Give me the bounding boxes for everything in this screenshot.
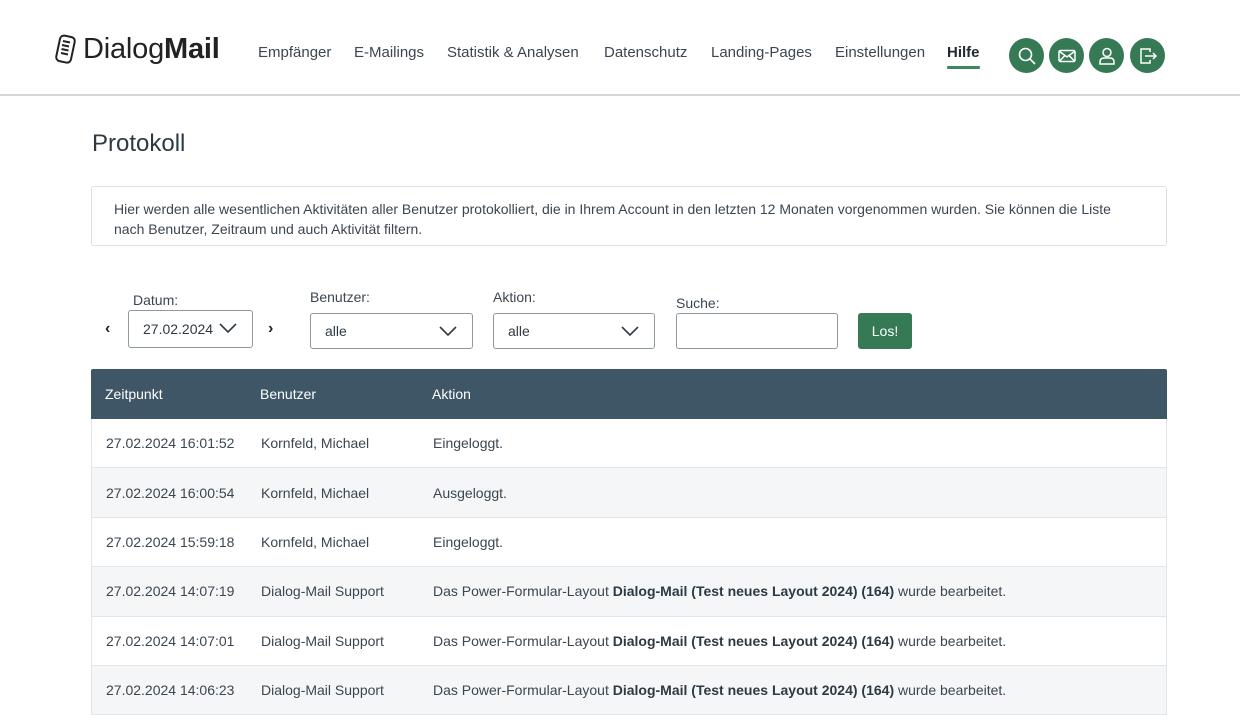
cell-action: Das Power-Formular-Layout Dialog-Mail (T… [433, 632, 1007, 649]
nav-landing-pages[interactable]: Landing-Pages [711, 44, 812, 61]
profile-button[interactable] [1089, 38, 1124, 73]
search-icon [1018, 47, 1036, 65]
cell-action: Eingeloggt. [433, 435, 504, 452]
action-label: Aktion: [493, 289, 536, 305]
date-value: 27.02.2024 [143, 321, 214, 337]
table-header: Zeitpunkt Benutzer Aktion [91, 369, 1167, 419]
cell-time: 27.02.2024 14:07:19 [106, 583, 235, 600]
chevron-down-icon [621, 326, 639, 337]
phone-logo-icon [55, 34, 76, 64]
cell-user: Dialog-Mail Support [261, 632, 384, 649]
logout-button[interactable] [1130, 38, 1165, 73]
prev-date-arrow[interactable]: ‹ [105, 320, 110, 338]
top-header: DialogMail Empfänger E-Mailings Statisti… [0, 0, 1240, 96]
nav-statistik-analysen[interactable]: Statistik & Analysen [447, 44, 579, 61]
cell-user: Kornfeld, Michael [261, 435, 370, 452]
search-label: Suche: [676, 295, 720, 311]
cell-time: 27.02.2024 16:01:52 [106, 435, 235, 452]
table-row: 27.02.2024 15:59:18 Kornfeld, Michael Ei… [91, 517, 1167, 568]
nav-datenschutz[interactable]: Datenschutz [604, 44, 687, 61]
cell-time: 27.02.2024 15:59:18 [106, 533, 235, 550]
search-input[interactable] [676, 313, 838, 349]
submit-button[interactable]: Los! [858, 313, 912, 349]
cell-action: Eingeloggt. [433, 533, 504, 550]
chevron-down-icon [219, 323, 237, 334]
action-value: alle [508, 323, 530, 339]
cell-action: Das Power-Formular-Layout Dialog-Mail (T… [433, 682, 1007, 699]
chevron-down-icon [439, 326, 457, 337]
header-zeitpunkt[interactable]: Zeitpunkt [105, 386, 163, 402]
logout-icon [1139, 47, 1157, 64]
cell-user: Dialog-Mail Support [261, 682, 384, 699]
nav-e-mailings[interactable]: E-Mailings [354, 44, 424, 61]
cell-time: 27.02.2024 16:00:54 [106, 484, 235, 501]
date-select[interactable]: 27.02.2024 [128, 310, 253, 348]
header-benutzer[interactable]: Benutzer [260, 386, 316, 402]
log-table: Zeitpunkt Benutzer Aktion 27.02.2024 16:… [91, 369, 1167, 716]
table-row: 27.02.2024 14:07:01 Dialog-Mail Support … [91, 616, 1167, 666]
cell-user: Dialog-Mail Support [261, 583, 384, 600]
mail-button[interactable] [1049, 38, 1084, 73]
nav-einstellungen[interactable]: Einstellungen [835, 44, 925, 61]
action-select[interactable]: alle [493, 313, 655, 349]
dialogmail-logo[interactable]: DialogMail [53, 30, 220, 68]
cell-user: Kornfeld, Michael [261, 484, 370, 501]
mail-icon [1057, 49, 1076, 62]
table-row: 27.02.2024 16:01:52 Kornfeld, Michael Ei… [91, 419, 1167, 469]
user-label: Benutzer: [310, 289, 370, 305]
user-value: alle [325, 323, 347, 339]
table-row: 27.02.2024 16:00:54 Kornfeld, Michael Au… [91, 468, 1167, 518]
nav-hilfe[interactable]: Hilfe [947, 44, 980, 69]
logo-text: DialogMail [83, 32, 220, 65]
page-title: Protokoll [92, 130, 186, 157]
info-box: Hier werden alle wesentlichen Aktivitäte… [91, 186, 1167, 246]
cell-user: Kornfeld, Michael [261, 533, 370, 550]
nav-empfaenger[interactable]: Empfänger [258, 44, 331, 61]
search-button[interactable] [1009, 38, 1044, 73]
date-label: Datum: [133, 292, 179, 308]
table-row: 27.02.2024 14:07:19 Dialog-Mail Support … [91, 567, 1167, 617]
table-row: 27.02.2024 14:06:23 Dialog-Mail Support … [91, 665, 1167, 716]
cell-time: 27.02.2024 14:07:01 [106, 632, 235, 649]
user-select[interactable]: alle [310, 313, 473, 349]
next-date-arrow[interactable]: › [268, 320, 273, 338]
cell-action: Das Power-Formular-Layout Dialog-Mail (T… [433, 583, 1007, 600]
header-aktion[interactable]: Aktion [432, 386, 471, 402]
cell-time: 27.02.2024 14:06:23 [106, 682, 235, 699]
user-icon [1098, 47, 1115, 65]
cell-action: Ausgeloggt. [433, 484, 507, 501]
